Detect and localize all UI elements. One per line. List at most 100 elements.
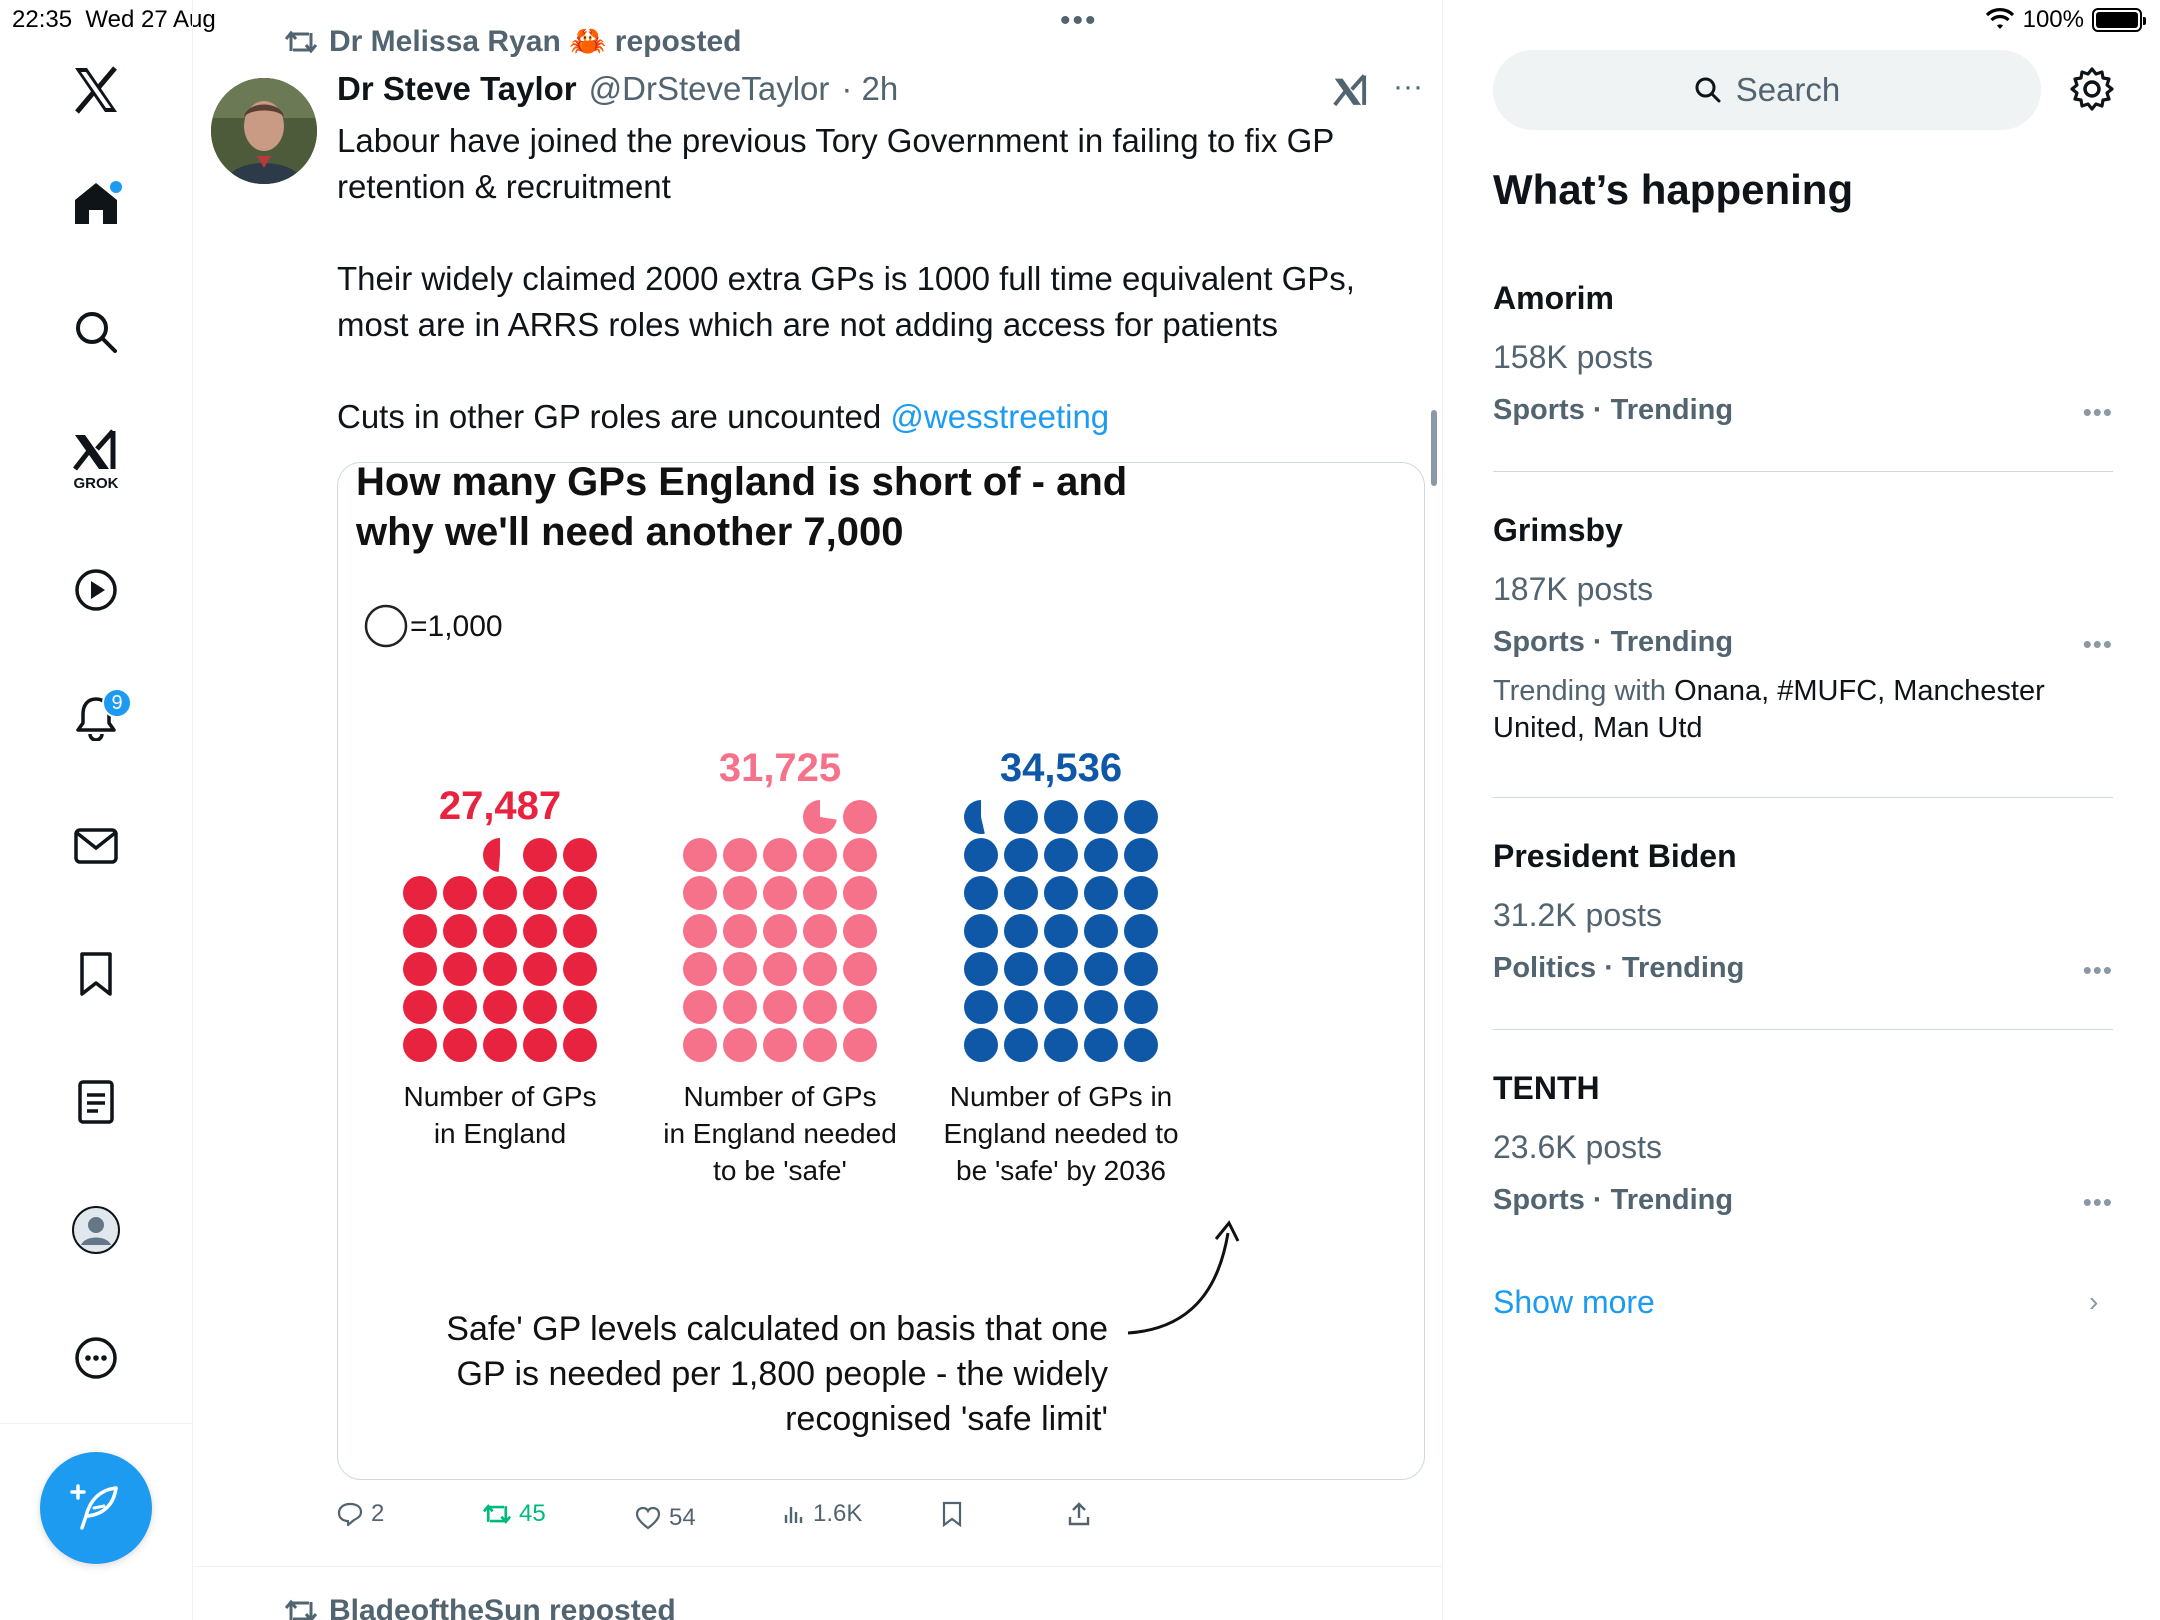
pictogram-dot xyxy=(683,1028,717,1062)
bookmarks-icon[interactable] xyxy=(56,934,136,1014)
lists-icon[interactable] xyxy=(56,1062,136,1142)
tweet-image[interactable]: How many GPs England is short of - and w… xyxy=(337,462,1425,1480)
grok-explain-icon[interactable] xyxy=(1333,74,1369,113)
search-input[interactable]: Search xyxy=(1493,50,2041,130)
pictogram-dot xyxy=(723,876,757,910)
more-icon[interactable] xyxy=(56,1318,136,1398)
repost-context[interactable]: Dr Melissa Ryan 🦀 reposted xyxy=(285,24,742,59)
notifications-badge: 9 xyxy=(102,688,132,718)
mention-link[interactable]: @wesstreeting xyxy=(890,398,1109,435)
tweet-more-icon[interactable]: ··· xyxy=(1393,70,1423,104)
chevron-right-icon: › xyxy=(2089,1286,2099,1317)
pictogram-dot xyxy=(523,876,557,910)
pictogram-dot xyxy=(1044,990,1078,1024)
pictogram-dot xyxy=(763,838,797,872)
pictogram-dot xyxy=(563,838,597,872)
author-name[interactable]: Dr Steve Taylor xyxy=(337,70,577,108)
pictogram-dot xyxy=(1084,876,1118,910)
trend-item[interactable]: TENTH 23.6K posts Sports · Trending ••• xyxy=(1493,1070,2113,1217)
column-value-label: 27,487 xyxy=(439,784,561,828)
search-icon[interactable] xyxy=(56,292,136,372)
views-button[interactable]: 1.6K xyxy=(783,1494,862,1534)
pictogram-dot xyxy=(843,952,877,986)
column-category-label: to be 'safe' xyxy=(713,1155,847,1186)
pictogram-dot xyxy=(483,876,517,910)
profile-avatar-icon[interactable] xyxy=(56,1190,136,1270)
trend-category: Sports · Trending xyxy=(1493,394,1734,426)
x-logo-icon[interactable] xyxy=(56,50,136,130)
pictogram-dot xyxy=(803,952,837,986)
repost-icon xyxy=(285,30,317,53)
pictogram-dot xyxy=(1124,1028,1158,1062)
pictogram-dot xyxy=(803,838,837,872)
reply-button[interactable]: 2 xyxy=(337,1494,384,1534)
pictogram-dot xyxy=(803,876,837,910)
repost-button[interactable]: 45 xyxy=(483,1494,546,1534)
pictogram-dot xyxy=(443,914,477,948)
share-button[interactable] xyxy=(1067,1494,1091,1534)
repost-action-icon xyxy=(483,1504,511,1524)
tweet-actions: 2 45 54 1.6K xyxy=(337,1494,1437,1534)
pictogram-dot xyxy=(403,914,437,948)
search-placeholder: Search xyxy=(1735,71,1841,108)
home-icon[interactable] xyxy=(56,163,136,243)
scrollbar[interactable] xyxy=(1431,410,1437,486)
column-value-label: 34,536 xyxy=(1000,746,1122,790)
messages-icon[interactable] xyxy=(56,806,136,886)
trend-name: TENTH xyxy=(1493,1070,1600,1106)
column-category-label: Number of GPs xyxy=(404,1081,597,1112)
settings-gear-icon[interactable] xyxy=(2069,66,2115,117)
pictogram-dot xyxy=(443,1028,477,1062)
grok-label: GROK xyxy=(73,474,119,492)
trend-item[interactable]: Grimsby 187K posts Sports · Trending Tre… xyxy=(1493,512,2113,747)
column-category-label: be 'safe' by 2036 xyxy=(956,1155,1166,1186)
pictogram-dot xyxy=(443,876,477,910)
nav-divider xyxy=(0,1423,193,1424)
tweet-paragraph-3-text: Cuts in other GP roles are uncounted xyxy=(337,398,882,435)
author-avatar[interactable] xyxy=(211,78,317,184)
compose-button[interactable] xyxy=(40,1452,152,1564)
trend-item[interactable]: Amorim 158K posts Sports · Trending ••• xyxy=(1493,280,2113,427)
pictogram-dot xyxy=(763,952,797,986)
pictogram-dot xyxy=(964,952,998,986)
pictogram-dot xyxy=(723,1028,757,1062)
next-repost-context[interactable]: BladeoftheSun reposted xyxy=(285,1594,676,1620)
pictogram-dot xyxy=(763,990,797,1024)
notifications-icon[interactable]: 9 xyxy=(56,678,136,758)
trend-posts: 187K posts xyxy=(1493,571,1654,607)
trend-more-icon[interactable]: ••• xyxy=(2083,629,2113,660)
pictogram-dot xyxy=(1084,838,1118,872)
pictogram-partial-dot xyxy=(963,800,985,834)
tweet-paragraph-3: Cuts in other GP roles are uncounted @we… xyxy=(337,394,1397,440)
trend-name: Amorim xyxy=(1493,280,1614,316)
video-icon[interactable] xyxy=(56,550,136,630)
trend-more-icon[interactable]: ••• xyxy=(2083,955,2113,986)
bookmark-icon xyxy=(942,1501,962,1527)
grok-nav-item[interactable]: GROK xyxy=(56,420,136,500)
pictogram-dot xyxy=(523,1028,557,1062)
author-handle[interactable]: @DrSteveTaylor xyxy=(589,70,830,108)
pictogram-dot xyxy=(964,914,998,948)
tweet-paragraph-2: Their widely claimed 2000 extra GPs is 1… xyxy=(337,260,1355,343)
trend-more-icon[interactable]: ••• xyxy=(2083,1187,2113,1218)
column-category-label: Number of GPs in xyxy=(950,1081,1173,1112)
like-button[interactable]: 54 xyxy=(635,1498,696,1538)
trend-related-prefix: Trending with xyxy=(1493,675,1667,707)
reposted-by-text: Dr Melissa Ryan 🦀 reposted xyxy=(329,25,742,58)
tweet-divider xyxy=(193,1566,1443,1567)
show-more-link[interactable]: Show more xyxy=(1493,1284,1655,1321)
reply-count: 2 xyxy=(371,1500,385,1527)
bookmark-button[interactable] xyxy=(941,1494,963,1534)
pictogram-dot xyxy=(1004,952,1038,986)
pictogram-dot xyxy=(683,838,717,872)
trend-item[interactable]: President Biden 31.2K posts Politics · T… xyxy=(1493,838,2113,985)
legend-label: =1,000 xyxy=(410,610,503,643)
trend-more-icon[interactable]: ••• xyxy=(2083,397,2113,428)
column-category-label: Number of GPs xyxy=(684,1081,877,1112)
pictogram-dot xyxy=(1004,838,1038,872)
pictogram-dot xyxy=(843,914,877,948)
heart-icon xyxy=(635,1506,661,1530)
tweet-time[interactable]: · 2h xyxy=(841,70,898,108)
chart-note-line-2: GP is needed per 1,800 people - the wide… xyxy=(457,1355,1108,1393)
pictogram-dot xyxy=(723,914,757,948)
